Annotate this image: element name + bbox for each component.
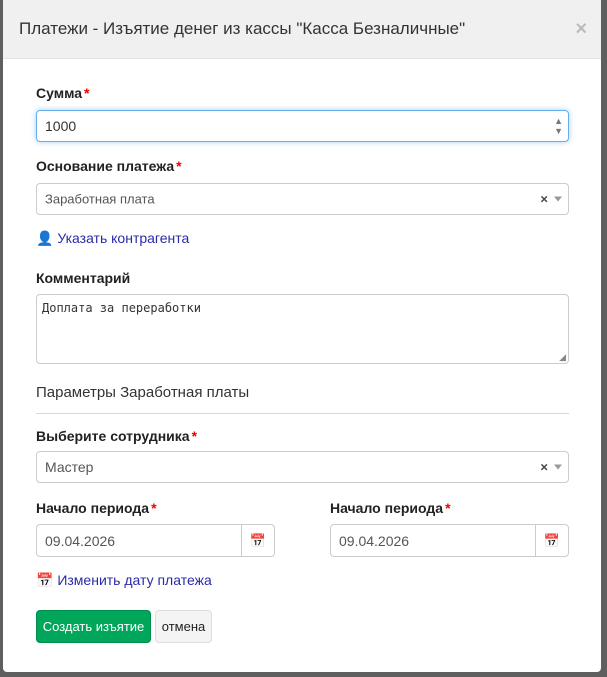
user-icon: 👤 [36,230,54,246]
employee-label: Выберите сотрудника * [36,428,197,444]
clear-icon[interactable]: × [540,460,548,475]
change-date-link-text: Изменить дату платежа [57,572,212,588]
comment-label: Комментарий [36,270,131,286]
period-start-label: Начало периода * [36,500,157,516]
required-mark: * [151,500,157,516]
chevron-down-icon[interactable] [554,464,562,474]
period-end-value: 09.04.2026 [339,532,410,549]
close-button[interactable]: × [575,18,587,41]
basis-select[interactable]: Заработная плата × [36,183,569,215]
amount-label-text: Сумма [36,85,83,101]
employee-select[interactable]: Мастер × [36,451,569,483]
amount-input[interactable]: 1000 ▲ ▼ [36,110,569,142]
params-title: Параметры Заработная платы [36,384,250,401]
period-end-label: Начало периода * [330,500,451,516]
employee-label-text: Выберите сотрудника [36,428,190,444]
specify-counterparty-link[interactable]: 👤 Указать контрагента [36,230,189,247]
basis-label: Основание платежа * [36,158,182,174]
period-end-input[interactable]: 09.04.2026 📅 [330,524,569,557]
comment-value: Доплата за переработки [42,301,201,315]
period-start-label-text: Начало периода [36,500,150,516]
period-end-label-text: Начало периода [330,500,444,516]
number-spinner[interactable]: ▲ ▼ [554,116,563,136]
calendar-button[interactable]: 📅 [535,525,568,556]
required-mark: * [176,158,182,174]
comment-textarea[interactable]: Доплата за переработки ◢ [36,294,569,364]
payment-modal: Платежи - Изъятие денег из кассы "Касса … [3,0,601,672]
period-start-input[interactable]: 09.04.2026 📅 [36,524,275,557]
modal-title: Платежи - Изъятие денег из кассы "Касса … [19,19,466,38]
calendar-button[interactable]: 📅 [241,525,274,556]
basis-label-text: Основание платежа [36,158,175,174]
modal-header: Платежи - Изъятие денег из кассы "Касса … [3,0,601,59]
required-mark: * [191,428,198,444]
counterparty-link-text: Указать контрагента [57,230,190,246]
basis-value: Заработная плата [45,191,155,207]
required-mark: * [84,85,90,101]
amount-value: 1000 [45,118,77,134]
required-mark: * [445,500,451,516]
calendar-icon: 📅 [543,532,561,548]
calendar-icon: 📅 [36,572,54,588]
amount-label: Сумма * [36,85,89,101]
chevron-down-icon[interactable] [554,196,562,206]
period-start-value: 09.04.2026 [45,532,116,549]
change-date-link[interactable]: 📅 Изменить дату платежа [36,572,212,589]
resize-handle-icon[interactable]: ◢ [559,352,566,363]
divider [36,413,569,414]
create-withdrawal-button[interactable]: Создать изъятие [36,610,151,643]
clear-icon[interactable]: × [540,192,548,207]
calendar-icon: 📅 [249,532,267,548]
employee-value: Мастер [45,459,94,475]
cancel-button[interactable]: отмена [155,610,212,643]
